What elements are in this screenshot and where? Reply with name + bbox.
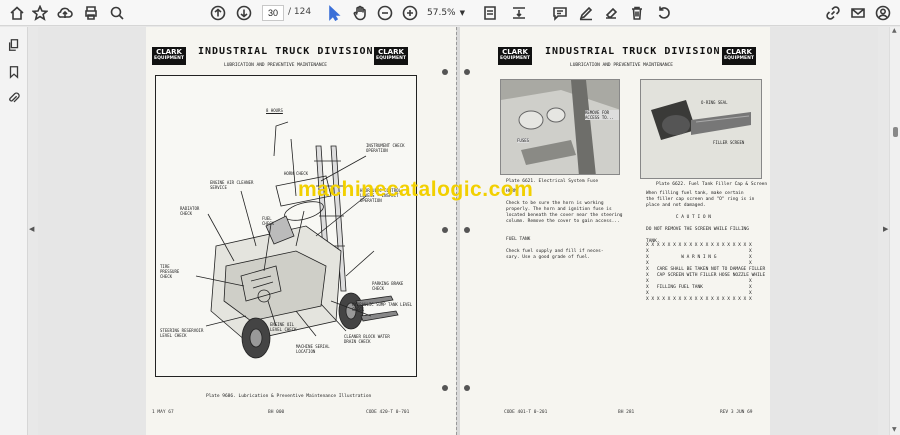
warning-box: X X X X X X X X X X X X X X X X X X X X …	[646, 243, 766, 302]
diagram-label: ENGINE AIR CLEANER SERVICE	[210, 180, 254, 190]
diagram-label: CLEANER BLOCK WATER DRAIN CHECK	[344, 334, 390, 344]
diagram-label: HYDRAULIC SUMP TANK LEVEL CHECK	[352, 302, 413, 312]
diagram-label: ENGINE OIL LEVEL CHECK	[270, 322, 297, 332]
diagram-label: INSTRUMENT CHECK OPERATION	[366, 143, 405, 153]
diagram-label: TIRE PRESSURE CHECK	[160, 264, 180, 279]
footer-page-code: BH 000	[268, 410, 285, 415]
chevron-down-icon: ▼	[459, 9, 465, 17]
footer-date: 1 MAY 67	[152, 410, 174, 415]
photo-caption: Plate 6622. Fuel Tank Filler Cap & Scree…	[656, 182, 768, 187]
home-icon[interactable]	[8, 4, 26, 22]
attachment-icon[interactable]	[5, 89, 23, 107]
diagram-label: 8 HOURS	[266, 108, 283, 113]
page-subtitle: LUBRICATION AND PREVENTIVE MAINTENANCE	[570, 63, 673, 68]
watermark-text: machinecatalogic.com	[298, 178, 534, 201]
vertical-scrollbar[interactable]: ▲ ▼	[889, 27, 900, 435]
mail-icon[interactable]	[849, 4, 867, 22]
diagram-label: PARKING BRAKE CHECK	[372, 281, 404, 291]
clark-logo: CLARK EQUIPMENT	[374, 47, 408, 65]
figure-caption: Plate 9686. Lubrication & Preventive Mai…	[206, 394, 372, 399]
punch-hole	[464, 227, 470, 233]
footer-date: REV 3 JUN 69	[720, 410, 753, 415]
comment-icon[interactable]	[551, 4, 569, 22]
clark-logo: CLARK EQUIPMENT	[152, 47, 186, 65]
copy-pages-icon[interactable]	[5, 36, 23, 54]
collapse-right-panel-icon[interactable]: ▶	[883, 225, 888, 233]
bookmark-icon[interactable]	[5, 63, 23, 81]
filler-caution-text: When filling fuel tank, make certain the…	[646, 191, 755, 244]
scroll-down-icon[interactable]: ▼	[892, 426, 897, 433]
footer-code: CODE 401-T 0-201	[504, 410, 548, 415]
clark-logo: CLARK EQUIPMENT	[498, 47, 532, 65]
zoom-level-select[interactable]: 57.5% ▼	[427, 5, 467, 21]
collapse-left-panel-icon[interactable]: ◀	[29, 225, 34, 233]
maintenance-diagram: 8 HOURS INSTRUMENT CHECK OPERATION HORN …	[155, 75, 417, 377]
page-title: INDUSTRIAL TRUCK DIVISION	[198, 46, 374, 57]
left-sidebar	[0, 27, 28, 435]
photo-label: FILLER SCREEN	[713, 140, 745, 145]
page-number-input[interactable]	[262, 5, 284, 21]
diagram-label: STEERING RESERVOIR LEVEL CHECK	[160, 328, 204, 338]
fuse-photo: REMOVE FOR ACCESS TO... FUSES	[500, 79, 620, 175]
fuel-filler-photo: O-RING SEAL FILLER SCREEN	[640, 79, 762, 179]
punch-hole	[442, 385, 448, 391]
page-subtitle: LUBRICATION AND PREVENTIVE MAINTENANCE	[224, 63, 327, 68]
clark-logo: CLARK EQUIPMENT	[722, 47, 756, 65]
left-page: CLARK EQUIPMENT CLARK EQUIPMENT INDUSTRIAL…	[146, 27, 456, 435]
diagram-label: RADIATOR CHECK	[180, 206, 200, 216]
delete-icon[interactable]	[628, 4, 646, 22]
select-cursor-icon[interactable]	[325, 4, 343, 22]
star-icon[interactable]	[31, 4, 49, 22]
zoom-out-icon[interactable]	[376, 4, 394, 22]
next-page-icon[interactable]	[235, 4, 253, 22]
fit-page-icon[interactable]	[481, 4, 499, 22]
hand-icon[interactable]	[351, 4, 369, 22]
photo-label: FUSES	[517, 138, 530, 143]
punch-hole	[464, 69, 470, 75]
upload-icon[interactable]	[56, 4, 74, 22]
prev-page-icon[interactable]	[209, 4, 227, 22]
footer-page-code: BH 281	[618, 410, 635, 415]
footer-code: CODE 420-T 0-701	[366, 410, 410, 415]
diagram-label: HORN CHECK	[284, 171, 309, 176]
draw-icon[interactable]	[577, 4, 595, 22]
scroll-up-icon[interactable]: ▲	[892, 27, 897, 34]
account-icon[interactable]	[874, 4, 892, 22]
scroll-mode-icon[interactable]	[510, 4, 528, 22]
photo-label: REMOVE FOR ACCESS TO...	[585, 110, 619, 120]
toolbar: / 124 57.5% ▼	[0, 0, 900, 26]
right-page: CLARK EQUIPMENT CLARK EQUIPMENT INDUSTRIAL…	[460, 27, 770, 435]
undo-icon[interactable]	[655, 4, 673, 22]
document-canvas[interactable]: CLARK EQUIPMENT CLARK EQUIPMENT INDUSTRIAL…	[38, 27, 878, 435]
photo-label: O-RING SEAL	[701, 100, 728, 105]
zoom-in-icon[interactable]	[401, 4, 419, 22]
share-link-icon[interactable]	[824, 4, 842, 22]
punch-hole	[464, 385, 470, 391]
punch-hole	[442, 227, 448, 233]
zoom-search-icon[interactable]	[108, 4, 126, 22]
diagram-label: MACHINE SERIAL LOCATION	[296, 344, 330, 354]
zoom-level-value: 57.5%	[427, 8, 456, 18]
page-title: INDUSTRIAL TRUCK DIVISION	[545, 46, 721, 57]
print-icon[interactable]	[82, 4, 100, 22]
scroll-thumb[interactable]	[893, 127, 898, 137]
punch-hole	[442, 69, 448, 75]
erase-icon[interactable]	[602, 4, 620, 22]
page-total: / 124	[288, 7, 312, 17]
diagram-label: FUEL CHECK	[262, 216, 275, 226]
